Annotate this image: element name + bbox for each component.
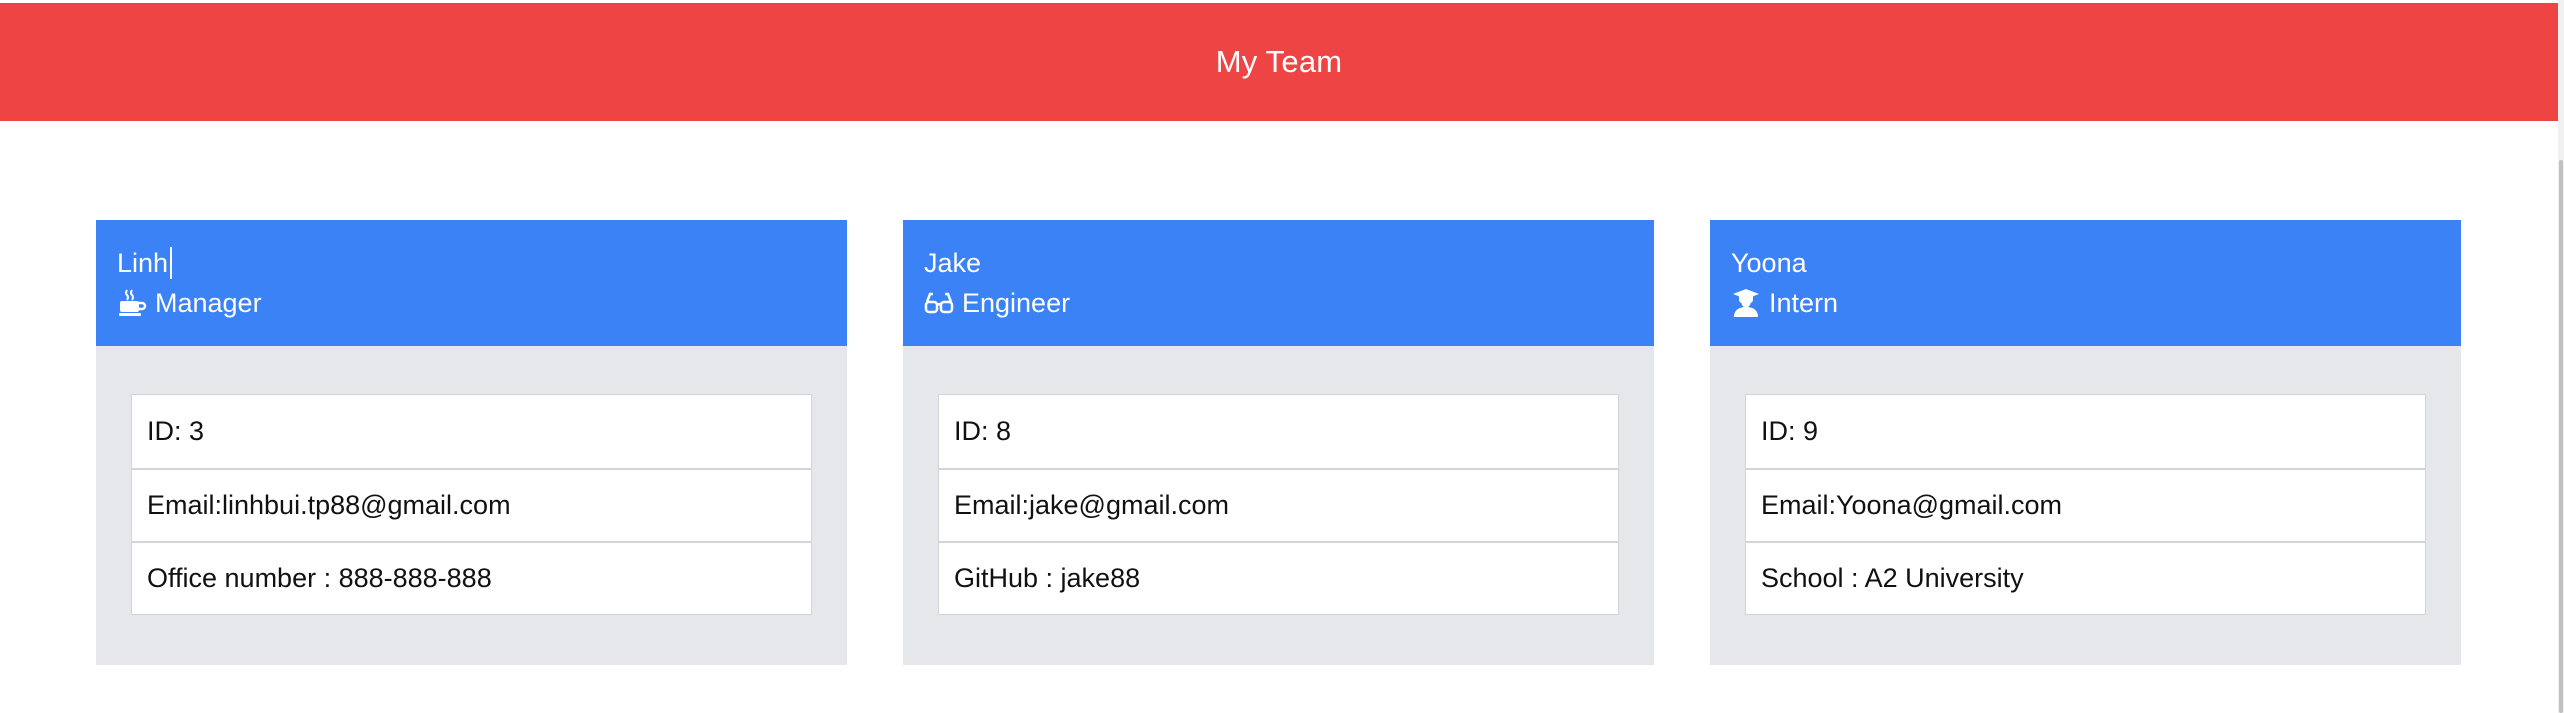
page-title: My Team: [1215, 44, 1343, 79]
card-header: Jake Engineer: [903, 220, 1654, 346]
employee-card-engineer: Jake Engineer ID: 8 Email:jake@gmail.com: [903, 220, 1654, 665]
employee-card-manager: Linh Manager ID: 3 Email:linhbui.tp88@gm…: [96, 220, 847, 665]
info-office-number: Office number : 888-888-888: [132, 541, 811, 614]
employee-card-intern: Yoona Intern ID: 9 Email:Yoona@gmail.com…: [1710, 220, 2461, 665]
info-email[interactable]: Email:linhbui.tp88@gmail.com: [132, 468, 811, 541]
employee-name: Linh: [117, 248, 169, 278]
top-navbar: My Team: [0, 3, 2558, 121]
card-header: Yoona Intern: [1710, 220, 2461, 346]
card-header: Linh Manager: [96, 220, 847, 346]
info-list: ID: 3 Email:linhbui.tp88@gmail.com Offic…: [131, 394, 812, 615]
employee-name-wrapper: Yoona: [1731, 243, 2461, 283]
employee-name-wrapper[interactable]: Linh: [117, 243, 847, 283]
info-list: ID: 8 Email:jake@gmail.com GitHub : jake…: [938, 394, 1619, 615]
employee-role: Intern: [1731, 283, 2461, 323]
employee-role: Engineer: [924, 283, 1654, 323]
info-email[interactable]: Email:Yoona@gmail.com: [1746, 468, 2425, 541]
glasses-icon: [924, 288, 954, 318]
employee-name-wrapper: Jake: [924, 243, 1654, 283]
info-github[interactable]: GitHub : jake88: [939, 541, 1618, 614]
role-label: Manager: [155, 288, 262, 318]
team-cards: Linh Manager ID: 3 Email:linhbui.tp88@gm…: [96, 220, 2461, 665]
employee-name: Jake: [924, 248, 982, 278]
text-caret: [170, 247, 173, 279]
role-label: Intern: [1769, 288, 1839, 318]
role-label: Engineer: [962, 288, 1071, 318]
coffee-mug-icon: [117, 288, 147, 318]
info-id: ID: 9: [1761, 416, 1819, 446]
graduate-user-icon: [1731, 288, 1761, 318]
employee-name: Yoona: [1731, 248, 1807, 278]
info-id: ID: 8: [954, 416, 1012, 446]
info-id: ID: 3: [147, 416, 205, 446]
employee-role: Manager: [117, 283, 847, 323]
info-email[interactable]: Email:jake@gmail.com: [939, 468, 1618, 541]
info-list: ID: 9 Email:Yoona@gmail.com School : A2 …: [1745, 394, 2426, 615]
scrollbar-thumb[interactable]: [2559, 160, 2563, 713]
info-school: School : A2 University: [1746, 541, 2425, 614]
